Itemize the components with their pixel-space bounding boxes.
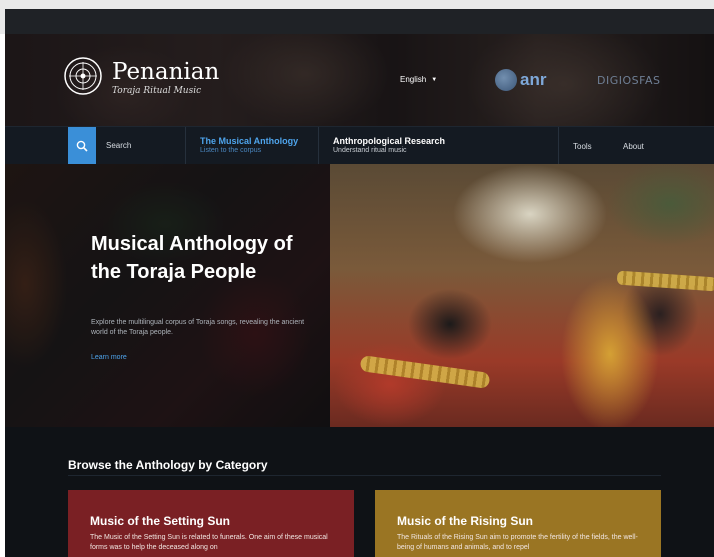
- caret-down-icon: ▼: [431, 76, 438, 83]
- nav-item-musical-anthology[interactable]: The Musical Anthology Listen to the corp…: [200, 136, 298, 154]
- nav-divider: [558, 127, 559, 165]
- browser-top-bar: [0, 0, 714, 34]
- search-label[interactable]: Search: [106, 141, 131, 150]
- hero-image-left: [5, 164, 330, 427]
- category-card-rising-sun[interactable]: Music of the Rising Sun The Rituals of t…: [375, 490, 661, 557]
- partner-logo-anr[interactable]: anr: [495, 69, 546, 91]
- partner-logo-2[interactable]: DIGIOSFAS: [597, 74, 660, 87]
- hero-title: Musical Anthology of the Toraja People: [91, 233, 293, 283]
- brand[interactable]: Penanian Toraja Ritual Music: [112, 60, 219, 96]
- category-card-setting-sun[interactable]: Music of the Setting Sun The Music of th…: [68, 490, 354, 557]
- brand-tagline: Toraja Ritual Music: [112, 86, 202, 96]
- nav-divider: [318, 127, 319, 165]
- page-frame: Penanian Toraja Ritual Music English ▼ a…: [5, 34, 714, 557]
- nav-item-subtitle: Understand ritual music: [333, 147, 407, 154]
- anr-logo-text: anr: [520, 70, 547, 89]
- hero-image-right: [330, 164, 714, 427]
- search-icon: [76, 140, 88, 152]
- language-label: English: [400, 75, 427, 84]
- site-header: Penanian Toraja Ritual Music English ▼ a…: [5, 34, 714, 126]
- brand-name: Penanian: [112, 59, 220, 85]
- nav-link-tools[interactable]: Tools: [573, 142, 592, 151]
- nav-link-about[interactable]: About: [623, 142, 644, 151]
- nav-item-title: The Musical Anthology: [200, 136, 299, 146]
- card-description: The Music of the Setting Sun is related …: [90, 534, 328, 551]
- card-description: The Rituals of the Rising Sun aim to pro…: [397, 534, 638, 551]
- learn-more-link[interactable]: Learn more: [91, 354, 127, 361]
- nav-item-anthropological-research[interactable]: Anthropological Research Understand ritu…: [333, 136, 445, 154]
- nav-divider: [185, 127, 186, 165]
- nav-item-title: Anthropological Research: [333, 136, 446, 146]
- hero-description: Explore the multilingual corpus of Toraj…: [91, 319, 305, 336]
- search-button[interactable]: [68, 127, 96, 165]
- main-navigation: Search The Musical Anthology Listen to t…: [5, 126, 714, 166]
- card-title: Music of the Rising Sun: [397, 514, 534, 528]
- anr-logo-icon: [495, 69, 517, 91]
- language-selector[interactable]: English ▼: [400, 75, 437, 84]
- nav-item-subtitle: Listen to the corpus: [200, 147, 262, 154]
- divider: [68, 475, 661, 476]
- hero-banner: Musical Anthology of the Toraja People E…: [5, 164, 714, 427]
- browse-heading: Browse the Anthology by Category: [68, 458, 268, 472]
- brand-logo-icon[interactable]: [63, 56, 103, 96]
- card-title: Music of the Setting Sun: [90, 514, 230, 528]
